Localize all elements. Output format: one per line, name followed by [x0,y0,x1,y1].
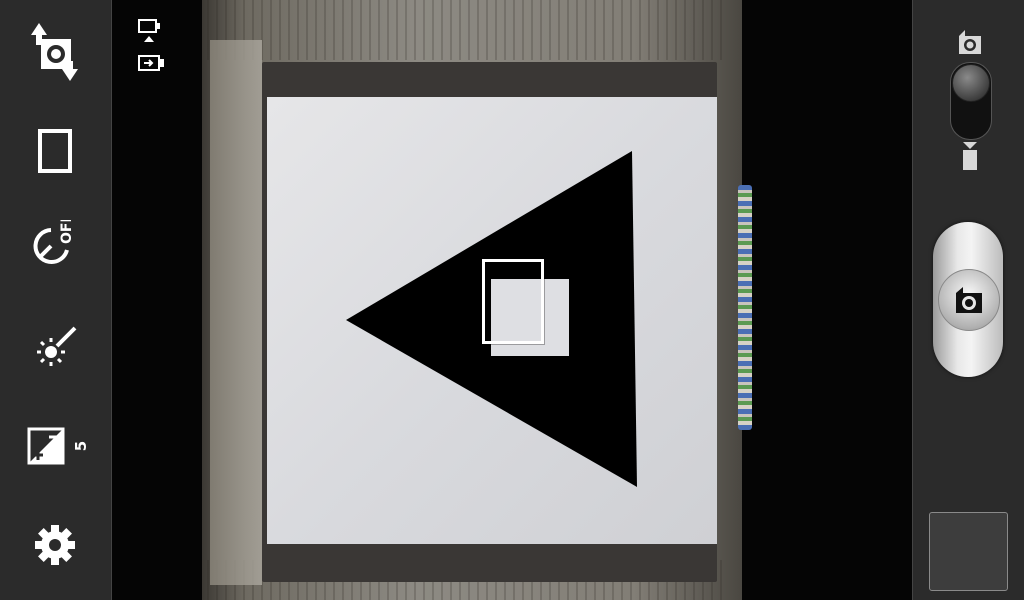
flash-button[interactable] [10,308,100,388]
video-mode-icon [963,142,977,170]
exposure-icon [27,427,65,465]
camera-shutter-icon [956,287,982,313]
storage-icon [138,55,164,71]
shutter-inner [938,269,1000,331]
flash-off-icon [37,326,77,366]
switch-camera-icon [31,23,78,81]
svg-text:OFF: OFF [59,220,75,244]
settings-button[interactable] [10,505,100,585]
mode-switch-knob[interactable] [952,64,990,102]
aspect-ratio-icon [138,19,160,42]
timer-off-icon: OFF [33,220,75,264]
right-panel [912,0,1024,600]
scene-dock [738,185,752,430]
scene-window-sidebar [210,40,262,585]
camera-mode-icon [959,30,981,54]
camera-viewfinder[interactable] [112,0,912,600]
shooting-mode-icon [38,129,72,173]
shooting-mode-button[interactable] [10,111,100,191]
shutter-button[interactable] [933,222,1003,377]
exposure-value: 5 [72,440,91,452]
gear-icon [35,525,75,565]
focus-box [482,259,544,344]
camera-video-mode-switch[interactable] [947,28,993,173]
scene-text-top [207,0,727,60]
gallery-thumbnail[interactable] [929,512,1008,591]
switch-camera-button[interactable] [10,12,100,92]
left-toolbar: OFF 5 [0,0,112,600]
timer-button[interactable]: OFF [10,206,100,286]
